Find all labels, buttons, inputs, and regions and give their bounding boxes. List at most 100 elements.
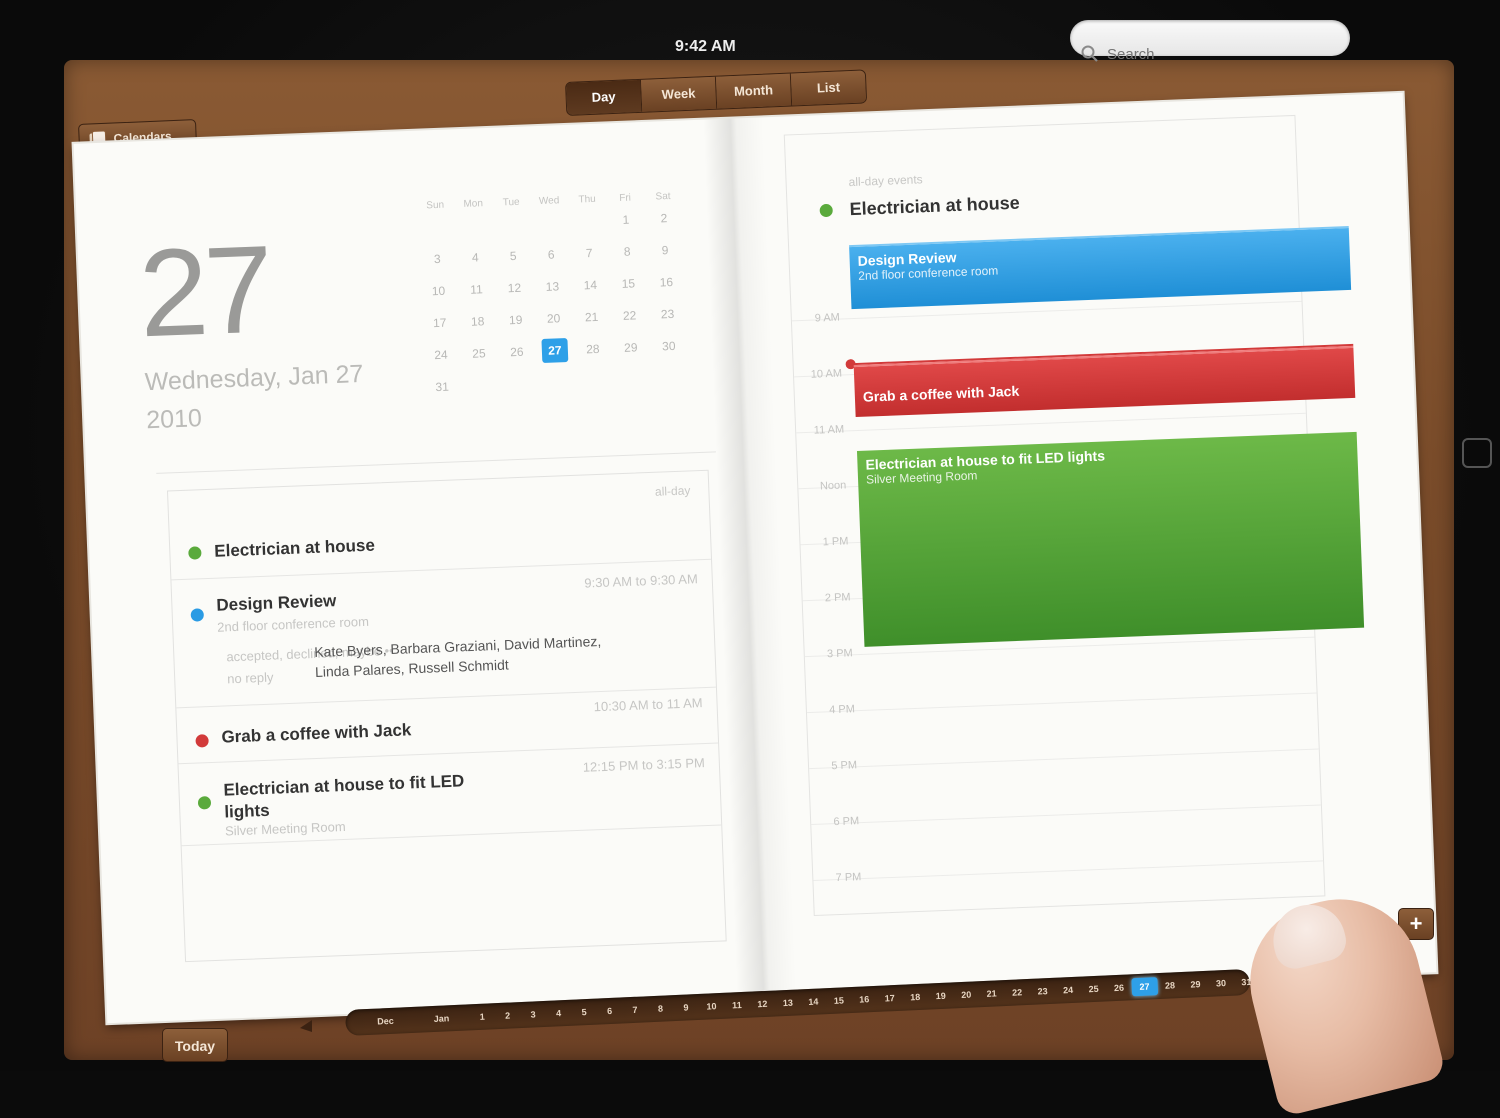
no-reply-label: no reply: [226, 669, 274, 687]
event-design-review[interactable]: Design Review 2nd floor conference room: [849, 225, 1352, 310]
mini-calendar-day[interactable]: 23: [648, 297, 687, 330]
mini-calendar-day[interactable]: 8: [608, 235, 647, 268]
timeline-item[interactable]: Dec: [357, 1015, 413, 1028]
timeline-item[interactable]: 15: [826, 995, 852, 1006]
timeline-item[interactable]: 4: [546, 1008, 572, 1019]
timeline-item[interactable]: 5: [571, 1007, 597, 1018]
home-button[interactable]: [1462, 438, 1492, 468]
mini-calendar-day[interactable]: 27: [535, 334, 574, 367]
left-arrow-icon[interactable]: [296, 1016, 316, 1036]
mini-calendar-day[interactable]: 4: [456, 241, 495, 274]
timeline-item[interactable]: 20: [953, 989, 979, 1000]
mini-calendar-day[interactable]: 1: [606, 203, 645, 236]
hour-label: 7 PM: [835, 871, 862, 885]
timeline-item[interactable]: 11: [724, 1000, 750, 1011]
timeline-item[interactable]: Jan: [413, 1012, 469, 1025]
event-title: Grab a coffee with Jack: [862, 382, 1020, 405]
mini-calendar-day: [530, 206, 569, 239]
timeline-item[interactable]: 16: [851, 994, 877, 1005]
today-button[interactable]: Today: [162, 1028, 228, 1062]
tab-list[interactable]: List: [790, 70, 867, 106]
selected-day[interactable]: 27: [541, 338, 569, 364]
mini-calendar-day[interactable]: 6: [532, 238, 571, 271]
date-label: Wednesday, Jan 27 2010: [144, 353, 407, 439]
event-grab-coffee[interactable]: Grab a coffee with Jack: [853, 345, 1356, 418]
mini-calendar-day[interactable]: 19: [496, 303, 535, 336]
mini-calendar-day[interactable]: 16: [647, 265, 686, 298]
mini-calendar-day[interactable]: 7: [570, 236, 609, 269]
timeline-item[interactable]: 6: [597, 1005, 623, 1016]
all-day-event[interactable]: Electrician at house: [849, 193, 1020, 221]
tab-week[interactable]: Week: [640, 76, 718, 112]
timeline-item[interactable]: 8: [648, 1003, 674, 1014]
mini-calendar-day: [499, 367, 538, 400]
left-page: 27 Wednesday, Jan 27 2010 Sun Mon Tue We…: [74, 119, 757, 1023]
timeline-item[interactable]: 2: [495, 1010, 521, 1021]
timeline-item[interactable]: 21: [979, 988, 1005, 999]
mini-calendar-day[interactable]: 13: [533, 270, 572, 303]
timeline-item[interactable]: 22: [1004, 987, 1030, 998]
mini-calendar-day[interactable]: 28: [573, 332, 612, 365]
mini-calendar-day[interactable]: 20: [534, 302, 573, 335]
mini-calendar-day[interactable]: 14: [571, 268, 610, 301]
event-title: Electrician at house: [213, 535, 376, 561]
timeline-item[interactable]: 24: [1055, 985, 1081, 996]
mini-calendar-day[interactable]: 17: [420, 306, 459, 339]
mini-calendar-day[interactable]: 31: [423, 370, 462, 403]
event-electrician-led[interactable]: Electrician at house to fit LED lights S…: [856, 431, 1365, 647]
timeline-item[interactable]: 25: [1081, 983, 1107, 994]
mini-calendar-day[interactable]: 29: [611, 331, 650, 364]
hour-line: [809, 748, 1319, 770]
timeline-item[interactable]: 1: [469, 1011, 495, 1022]
hour-label: 3 PM: [826, 647, 853, 661]
timeline-item[interactable]: 10: [698, 1001, 724, 1012]
timeline-item[interactable]: 3: [520, 1009, 546, 1020]
hour-line: [811, 804, 1321, 826]
mini-calendar-day[interactable]: 25: [459, 337, 498, 370]
mini-calendar-day[interactable]: 5: [494, 239, 533, 272]
timeline-item[interactable]: 30: [1208, 978, 1234, 989]
mini-calendar-day[interactable]: 3: [418, 242, 457, 275]
timeline-item[interactable]: 28: [1157, 980, 1183, 991]
list-item[interactable]: Design Review 9:30 AM to 9:30 AM 2nd flo…: [171, 558, 716, 709]
mini-calendar-day[interactable]: 10: [419, 274, 458, 307]
divider: [156, 451, 716, 474]
mini-calendar-day: [568, 204, 607, 237]
mini-calendar-day[interactable]: 12: [495, 271, 534, 304]
mini-calendar-day[interactable]: 30: [649, 329, 688, 362]
timeline-item[interactable]: 29: [1183, 979, 1209, 990]
timeline-item[interactable]: 9: [673, 1002, 699, 1013]
timeline-item[interactable]: 27: [1131, 977, 1158, 997]
green-dot-icon: [197, 796, 212, 810]
green-dot-icon: [188, 546, 202, 560]
timeline-item[interactable]: 26: [1106, 982, 1132, 993]
timeline-item[interactable]: 17: [877, 993, 903, 1004]
red-dot-icon: [195, 734, 209, 748]
mini-calendar-day[interactable]: 24: [421, 338, 460, 371]
event-time: 12:15 PM to 3:15 PM: [582, 755, 706, 775]
mini-calendar-day[interactable]: 22: [610, 299, 649, 332]
mini-calendar-day[interactable]: 26: [497, 335, 536, 368]
event-title: Design Review: [216, 591, 337, 615]
mini-calendar-day[interactable]: 15: [609, 267, 648, 300]
all-day-events-label: all-day events: [848, 172, 923, 190]
mini-calendar-day: [454, 209, 493, 242]
mini-calendar-day[interactable]: 18: [458, 305, 497, 338]
mini-calendar-day[interactable]: 2: [644, 202, 683, 235]
timeline-item[interactable]: 23: [1030, 986, 1056, 997]
timeline-item[interactable]: 13: [775, 997, 801, 1008]
tab-day[interactable]: Day: [566, 79, 643, 115]
timeline-item[interactable]: 18: [902, 992, 928, 1003]
mini-calendar-day[interactable]: 9: [646, 234, 685, 267]
timeline-item[interactable]: 19: [928, 990, 954, 1001]
timeline-item[interactable]: 14: [800, 996, 826, 1007]
search-input[interactable]: [1105, 42, 1339, 66]
timeline-item[interactable]: 7: [622, 1004, 648, 1015]
timeline-item[interactable]: 12: [749, 998, 775, 1009]
mini-calendar-day: [574, 364, 613, 397]
tab-month[interactable]: Month: [715, 73, 793, 109]
mini-calendar-day[interactable]: 21: [572, 300, 611, 333]
mini-calendar-day[interactable]: 11: [457, 273, 496, 306]
event-title: Grab a coffee with Jack: [221, 720, 412, 747]
event-list: all-day Electrician at house Design Revi…: [166, 469, 727, 963]
